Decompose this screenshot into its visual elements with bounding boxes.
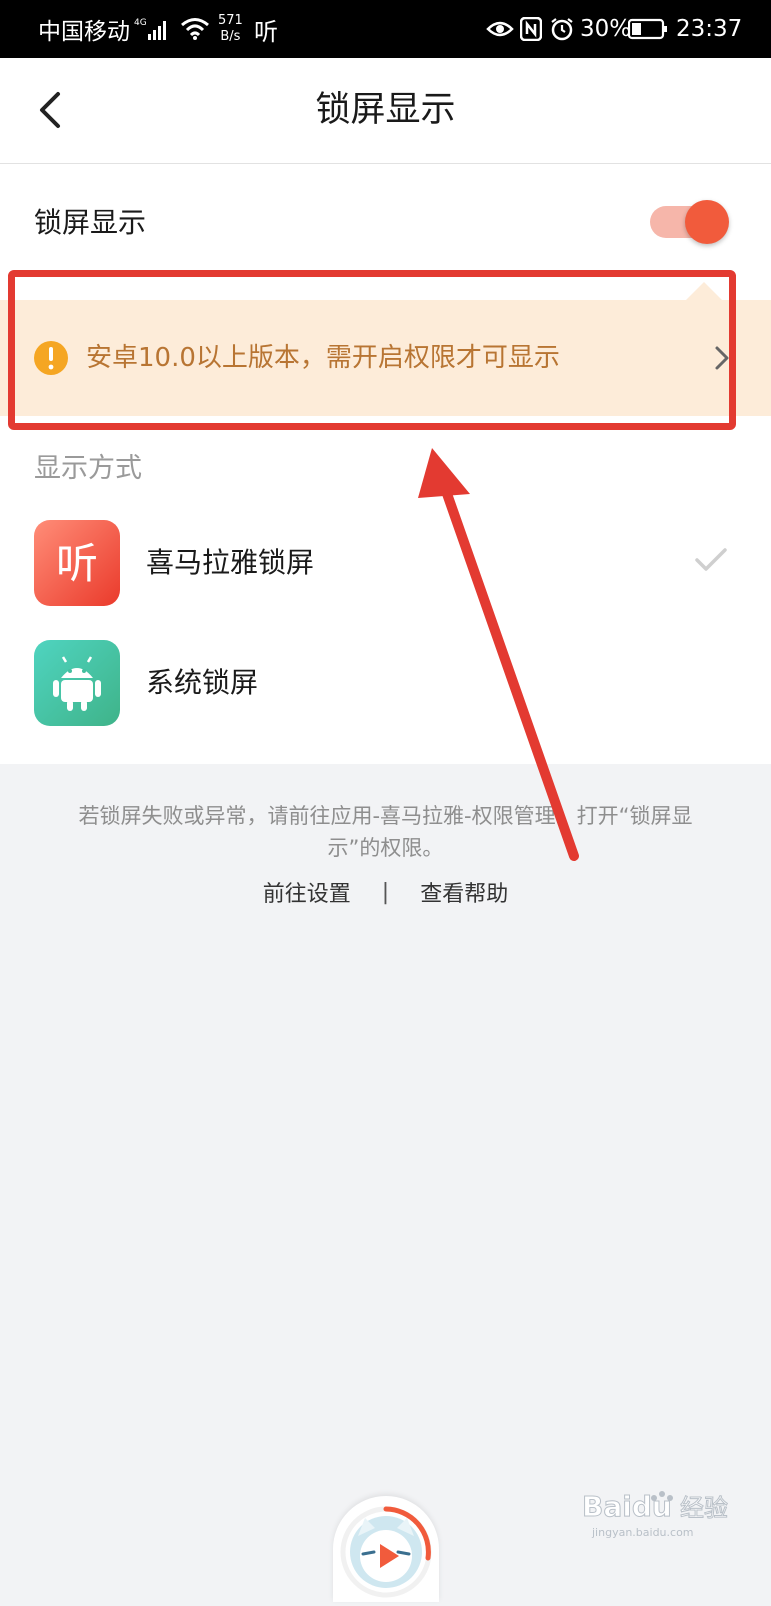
carrier-name: 中国移动 [38, 19, 130, 45]
network-type: 4G [134, 18, 147, 28]
ximalaya-icon-glyph: 听 [56, 539, 98, 588]
option-label: 系统锁屏 [146, 666, 259, 699]
go-to-settings-link[interactable]: 前往设置 [263, 876, 351, 908]
alarm-icon [550, 0, 574, 58]
footer-links: 前往设置 | 查看帮助 [0, 876, 771, 916]
nfc-icon [520, 0, 542, 58]
option-system-lockscreen[interactable]: 系统锁屏 [0, 640, 771, 740]
battery-percent: 30% [580, 16, 632, 42]
notice-text: 安卓10.0以上版本，需开启权限才可显示 [86, 343, 560, 373]
link-separator: | [381, 879, 390, 905]
warning-icon [34, 341, 68, 375]
option-ximalaya-lockscreen[interactable]: 听 喜马拉雅锁屏 [0, 520, 771, 620]
view-help-link[interactable]: 查看帮助 [420, 876, 508, 908]
watermark-brand: Baidu [582, 1490, 672, 1523]
battery-icon [628, 0, 668, 58]
network-speed: 571 B/s [218, 0, 243, 58]
page-title: 锁屏显示 [315, 90, 456, 130]
lockscreen-hint-text: 若锁屏失败或异常，请前往应用-喜马拉雅-权限管理，打开“锁屏显示”的权限。 [78, 804, 693, 860]
lock-screen-toggle[interactable] [650, 200, 729, 244]
android-icon [34, 640, 120, 726]
mini-player-button[interactable] [333, 1496, 439, 1602]
watermark-domain: jingyan.baidu.com [591, 1526, 694, 1539]
lock-screen-setting-row: 锁屏显示 [0, 164, 771, 282]
clock-time: 23:37 [676, 16, 743, 42]
option-label: 喜马拉雅锁屏 [146, 546, 315, 579]
signal-icon: 4G [134, 0, 170, 58]
permission-notice-banner[interactable]: 安卓10.0以上版本，需开启权限才可显示 [0, 300, 771, 416]
ximalaya-app-icon: 听 [34, 520, 120, 606]
speed-unit: B/s [220, 29, 241, 44]
display-mode-section-title: 显示方式 [34, 453, 142, 484]
notice-pointer [686, 282, 722, 300]
navigation-header: 锁屏显示 [0, 58, 771, 164]
status-bar: 中国移动 4G 571 B/s 听 30% 23:37 [0, 0, 771, 58]
baidu-jingyan-watermark: Baidu 经验 jingyan.baidu.com [582, 1484, 752, 1544]
checkmark-icon [695, 548, 727, 571]
wifi-icon [180, 0, 210, 58]
chevron-right-icon [715, 346, 729, 370]
eye-comfort-icon [486, 0, 514, 58]
settings-panel: 锁屏显示 安卓10.0以上版本，需开启权限才可显示 显示方式 听 喜马拉雅锁屏 [0, 164, 771, 764]
speed-value: 571 [218, 13, 243, 28]
app-notification-indicator: 听 [254, 17, 278, 46]
watermark-suffix: 经验 [680, 1494, 728, 1522]
player-avatar-icon [340, 1506, 432, 1598]
lock-screen-label: 锁屏显示 [34, 206, 147, 239]
toggle-knob [685, 200, 729, 244]
